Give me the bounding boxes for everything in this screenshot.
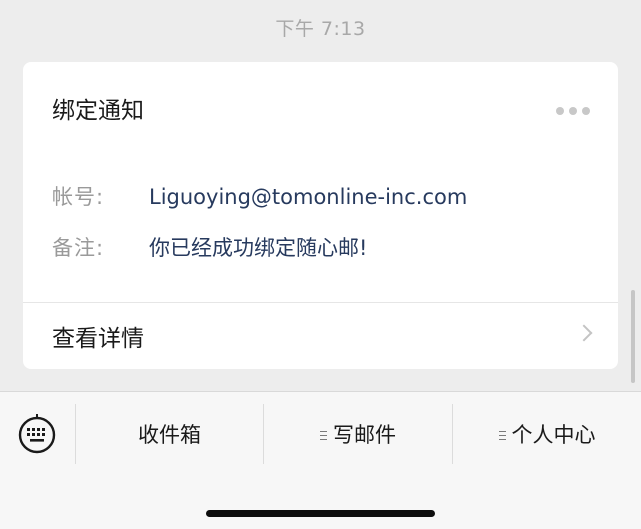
note-field-row: 备注: 你已经成功绑定随心邮! <box>52 232 367 262</box>
scrollbar[interactable] <box>631 290 635 383</box>
view-details-label: 查看详情 <box>52 326 144 352</box>
chevron-right-icon <box>575 324 593 342</box>
submenu-icon <box>320 430 327 440</box>
note-value: 你已经成功绑定随心邮! <box>149 236 368 260</box>
submenu-icon <box>498 430 506 440</box>
home-indicator[interactable] <box>206 510 435 517</box>
message-timestamp: 下午 7:13 <box>275 18 366 40</box>
menu-item-compose[interactable]: 写邮件 <box>264 392 452 476</box>
more-dot <box>582 107 590 115</box>
account-field-row: 帐号: Liguoying@tomonline-inc.com <box>52 181 467 211</box>
keyboard-icon <box>18 414 56 454</box>
card-title: 绑定通知 <box>52 98 144 124</box>
account-value: Liguoying@tomonline-inc.com <box>149 185 468 209</box>
bottom-menu-bar: 收件箱 写邮件 个人中心 <box>0 391 641 476</box>
menu-item-label: 收件箱 <box>138 423 201 447</box>
home-indicator-area <box>0 476 641 529</box>
menu-item-label: 个人中心 <box>511 423 596 447</box>
more-dot <box>569 107 577 115</box>
notification-card: 绑定通知 帐号: Liguoying@tomonline-inc.com 备注: 你… <box>23 62 618 369</box>
more-dot <box>556 107 564 115</box>
account-label: 帐号: <box>52 185 105 209</box>
menu-item-inbox[interactable]: 收件箱 <box>76 392 263 476</box>
keyboard-toggle-button[interactable] <box>14 411 60 457</box>
menu-item-label: 写邮件 <box>333 423 396 447</box>
more-options-icon[interactable] <box>556 106 590 116</box>
note-label: 备注: <box>52 236 105 260</box>
menu-item-profile[interactable]: 个人中心 <box>453 392 641 476</box>
view-details-link[interactable]: 查看详情 <box>23 303 618 369</box>
